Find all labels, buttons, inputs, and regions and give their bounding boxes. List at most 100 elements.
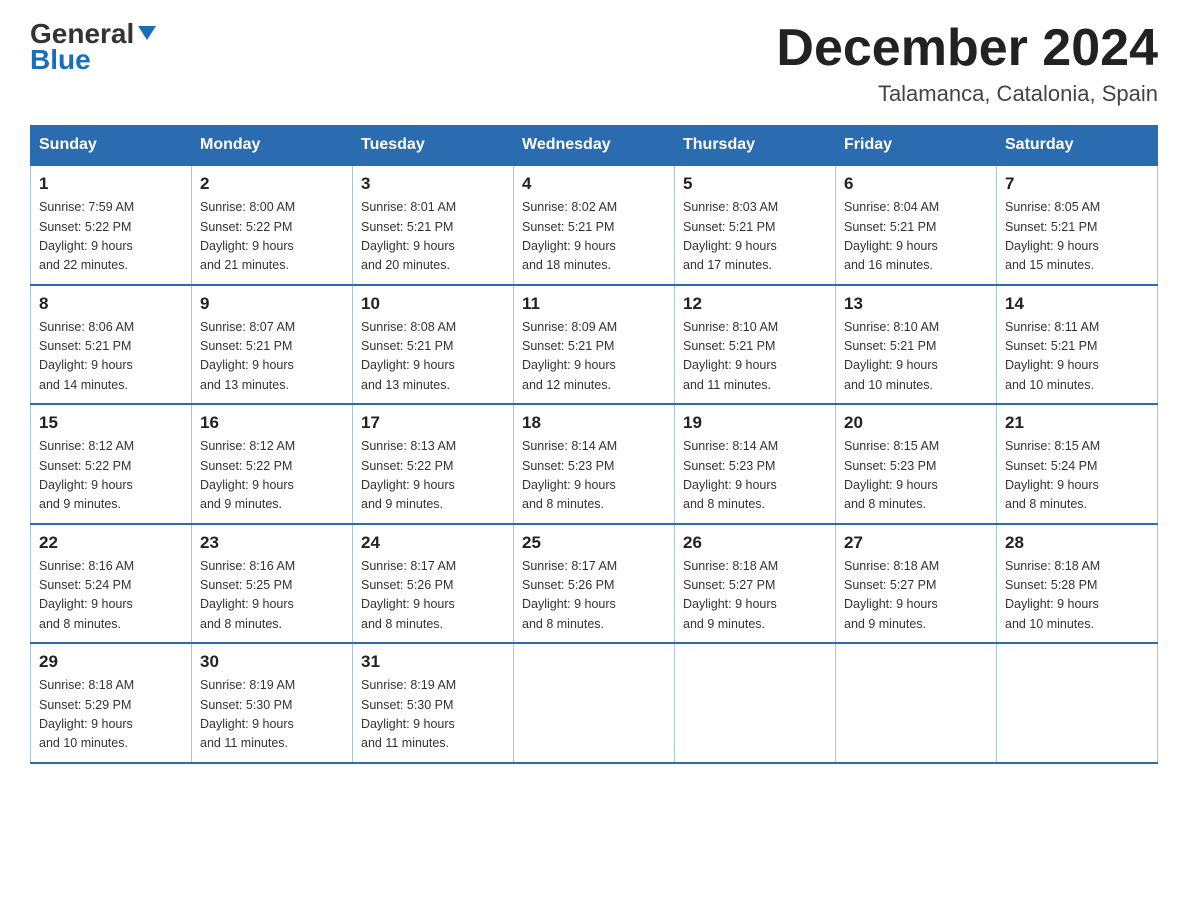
table-row: 18 Sunrise: 8:14 AMSunset: 5:23 PMDaylig…: [514, 404, 675, 524]
table-row: 29 Sunrise: 8:18 AMSunset: 5:29 PMDaylig…: [31, 643, 192, 763]
table-row: 19 Sunrise: 8:14 AMSunset: 5:23 PMDaylig…: [675, 404, 836, 524]
table-row: [514, 643, 675, 763]
day-info: Sunrise: 8:11 AMSunset: 5:21 PMDaylight:…: [1005, 320, 1099, 392]
day-info: Sunrise: 8:18 AMSunset: 5:28 PMDaylight:…: [1005, 559, 1100, 631]
table-row: 7 Sunrise: 8:05 AMSunset: 5:21 PMDayligh…: [997, 165, 1158, 285]
day-number: 29: [39, 652, 183, 672]
table-row: [836, 643, 997, 763]
day-number: 24: [361, 533, 505, 553]
day-info: Sunrise: 8:10 AMSunset: 5:21 PMDaylight:…: [844, 320, 939, 392]
day-number: 17: [361, 413, 505, 433]
calendar-week-row: 8 Sunrise: 8:06 AMSunset: 5:21 PMDayligh…: [31, 285, 1158, 405]
day-number: 19: [683, 413, 827, 433]
col-tuesday: Tuesday: [353, 126, 514, 166]
day-number: 22: [39, 533, 183, 553]
table-row: 5 Sunrise: 8:03 AMSunset: 5:21 PMDayligh…: [675, 165, 836, 285]
col-thursday: Thursday: [675, 126, 836, 166]
day-number: 30: [200, 652, 344, 672]
calendar-table: Sunday Monday Tuesday Wednesday Thursday…: [30, 125, 1158, 764]
day-number: 10: [361, 294, 505, 314]
table-row: [997, 643, 1158, 763]
day-number: 11: [522, 294, 666, 314]
day-info: Sunrise: 8:18 AMSunset: 5:29 PMDaylight:…: [39, 678, 134, 750]
table-row: 2 Sunrise: 8:00 AMSunset: 5:22 PMDayligh…: [192, 165, 353, 285]
day-info: Sunrise: 8:15 AMSunset: 5:23 PMDaylight:…: [844, 439, 939, 511]
day-number: 2: [200, 174, 344, 194]
table-row: 1 Sunrise: 7:59 AMSunset: 5:22 PMDayligh…: [31, 165, 192, 285]
day-info: Sunrise: 8:19 AMSunset: 5:30 PMDaylight:…: [361, 678, 456, 750]
day-info: Sunrise: 8:19 AMSunset: 5:30 PMDaylight:…: [200, 678, 295, 750]
day-number: 13: [844, 294, 988, 314]
day-number: 27: [844, 533, 988, 553]
col-saturday: Saturday: [997, 126, 1158, 166]
day-info: Sunrise: 8:14 AMSunset: 5:23 PMDaylight:…: [683, 439, 778, 511]
table-row: 20 Sunrise: 8:15 AMSunset: 5:23 PMDaylig…: [836, 404, 997, 524]
day-number: 21: [1005, 413, 1149, 433]
table-row: 17 Sunrise: 8:13 AMSunset: 5:22 PMDaylig…: [353, 404, 514, 524]
calendar-week-row: 1 Sunrise: 7:59 AMSunset: 5:22 PMDayligh…: [31, 165, 1158, 285]
day-info: Sunrise: 8:03 AMSunset: 5:21 PMDaylight:…: [683, 200, 778, 272]
table-row: 14 Sunrise: 8:11 AMSunset: 5:21 PMDaylig…: [997, 285, 1158, 405]
day-number: 6: [844, 174, 988, 194]
day-number: 7: [1005, 174, 1149, 194]
table-row: 25 Sunrise: 8:17 AMSunset: 5:26 PMDaylig…: [514, 524, 675, 644]
table-row: 11 Sunrise: 8:09 AMSunset: 5:21 PMDaylig…: [514, 285, 675, 405]
calendar-header-row: Sunday Monday Tuesday Wednesday Thursday…: [31, 126, 1158, 166]
day-info: Sunrise: 8:15 AMSunset: 5:24 PMDaylight:…: [1005, 439, 1100, 511]
month-title: December 2024: [776, 20, 1158, 77]
table-row: 8 Sunrise: 8:06 AMSunset: 5:21 PMDayligh…: [31, 285, 192, 405]
day-number: 4: [522, 174, 666, 194]
table-row: 30 Sunrise: 8:19 AMSunset: 5:30 PMDaylig…: [192, 643, 353, 763]
day-number: 23: [200, 533, 344, 553]
calendar-week-row: 29 Sunrise: 8:18 AMSunset: 5:29 PMDaylig…: [31, 643, 1158, 763]
table-row: 13 Sunrise: 8:10 AMSunset: 5:21 PMDaylig…: [836, 285, 997, 405]
calendar-week-row: 15 Sunrise: 8:12 AMSunset: 5:22 PMDaylig…: [31, 404, 1158, 524]
day-number: 8: [39, 294, 183, 314]
table-row: 22 Sunrise: 8:16 AMSunset: 5:24 PMDaylig…: [31, 524, 192, 644]
day-info: Sunrise: 8:17 AMSunset: 5:26 PMDaylight:…: [361, 559, 456, 631]
day-info: Sunrise: 8:18 AMSunset: 5:27 PMDaylight:…: [844, 559, 939, 631]
table-row: 10 Sunrise: 8:08 AMSunset: 5:21 PMDaylig…: [353, 285, 514, 405]
col-wednesday: Wednesday: [514, 126, 675, 166]
table-row: 27 Sunrise: 8:18 AMSunset: 5:27 PMDaylig…: [836, 524, 997, 644]
table-row: 15 Sunrise: 8:12 AMSunset: 5:22 PMDaylig…: [31, 404, 192, 524]
table-row: 4 Sunrise: 8:02 AMSunset: 5:21 PMDayligh…: [514, 165, 675, 285]
day-number: 16: [200, 413, 344, 433]
page-header: General Blue December 2024 Talamanca, Ca…: [30, 20, 1158, 107]
day-number: 25: [522, 533, 666, 553]
day-info: Sunrise: 8:18 AMSunset: 5:27 PMDaylight:…: [683, 559, 778, 631]
table-row: 26 Sunrise: 8:18 AMSunset: 5:27 PMDaylig…: [675, 524, 836, 644]
day-info: Sunrise: 8:00 AMSunset: 5:22 PMDaylight:…: [200, 200, 295, 272]
day-info: Sunrise: 8:08 AMSunset: 5:21 PMDaylight:…: [361, 320, 456, 392]
day-info: Sunrise: 8:09 AMSunset: 5:21 PMDaylight:…: [522, 320, 617, 392]
day-info: Sunrise: 8:04 AMSunset: 5:21 PMDaylight:…: [844, 200, 939, 272]
logo-blue: Blue: [30, 44, 91, 76]
logo: General Blue: [30, 20, 158, 76]
col-monday: Monday: [192, 126, 353, 166]
table-row: 6 Sunrise: 8:04 AMSunset: 5:21 PMDayligh…: [836, 165, 997, 285]
table-row: 23 Sunrise: 8:16 AMSunset: 5:25 PMDaylig…: [192, 524, 353, 644]
col-sunday: Sunday: [31, 126, 192, 166]
day-info: Sunrise: 8:17 AMSunset: 5:26 PMDaylight:…: [522, 559, 617, 631]
table-row: 12 Sunrise: 8:10 AMSunset: 5:21 PMDaylig…: [675, 285, 836, 405]
day-number: 1: [39, 174, 183, 194]
day-number: 12: [683, 294, 827, 314]
table-row: 21 Sunrise: 8:15 AMSunset: 5:24 PMDaylig…: [997, 404, 1158, 524]
day-info: Sunrise: 8:16 AMSunset: 5:24 PMDaylight:…: [39, 559, 134, 631]
table-row: 3 Sunrise: 8:01 AMSunset: 5:21 PMDayligh…: [353, 165, 514, 285]
table-row: 28 Sunrise: 8:18 AMSunset: 5:28 PMDaylig…: [997, 524, 1158, 644]
title-block: December 2024 Talamanca, Catalonia, Spai…: [776, 20, 1158, 107]
table-row: 24 Sunrise: 8:17 AMSunset: 5:26 PMDaylig…: [353, 524, 514, 644]
day-info: Sunrise: 8:13 AMSunset: 5:22 PMDaylight:…: [361, 439, 456, 511]
day-info: Sunrise: 8:01 AMSunset: 5:21 PMDaylight:…: [361, 200, 456, 272]
day-info: Sunrise: 8:16 AMSunset: 5:25 PMDaylight:…: [200, 559, 295, 631]
day-number: 28: [1005, 533, 1149, 553]
table-row: [675, 643, 836, 763]
day-info: Sunrise: 8:07 AMSunset: 5:21 PMDaylight:…: [200, 320, 295, 392]
location: Talamanca, Catalonia, Spain: [776, 81, 1158, 107]
day-number: 3: [361, 174, 505, 194]
day-number: 18: [522, 413, 666, 433]
day-info: Sunrise: 8:10 AMSunset: 5:21 PMDaylight:…: [683, 320, 778, 392]
day-number: 5: [683, 174, 827, 194]
day-number: 26: [683, 533, 827, 553]
